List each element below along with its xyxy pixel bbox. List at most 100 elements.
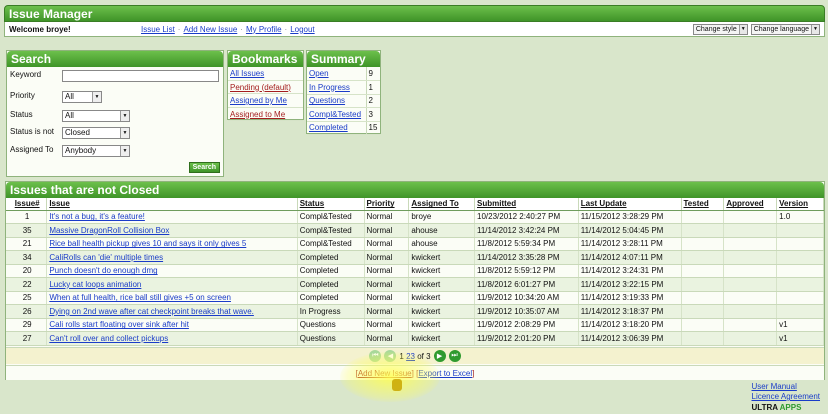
change-style-dropdown[interactable]: Change style ▼	[692, 23, 748, 35]
nav-separator: ·	[284, 24, 288, 34]
table-cell[interactable]: Punch doesn't do enough dmg	[46, 264, 298, 278]
next-page-icon[interactable]: ▶	[433, 350, 446, 362]
licence-agreement-link[interactable]: Licence Agreement	[752, 392, 821, 401]
summary-completed-link[interactable]: Completed	[309, 123, 348, 132]
bookmark-assigned-to-me[interactable]: Assigned to Me	[228, 108, 303, 121]
issue-link[interactable]: It's not a bug, it's a feature!	[49, 212, 145, 221]
search-button[interactable]: Search	[188, 162, 220, 173]
chevron-down-icon: ▼	[92, 92, 101, 102]
column-header[interactable]: Version	[776, 198, 824, 211]
table-cell: kwickert	[408, 304, 475, 319]
export-to-excel-link[interactable]: Export to Excel	[418, 369, 472, 378]
table-cell	[681, 318, 725, 332]
first-page-icon[interactable]: ⏮	[369, 350, 382, 362]
table-cell[interactable]: Cali rolls start floating over sink afte…	[46, 318, 298, 332]
issues-table: Issue# Issue Status Priority Assigned To…	[6, 198, 824, 346]
nav-logout[interactable]: Logout	[290, 25, 314, 34]
table-cell: 11/9/2012 10:34:20 AM	[474, 291, 579, 305]
summary-in-progress-link[interactable]: In Progress	[309, 83, 350, 92]
assigned-to-select[interactable]: Anybody ▼	[62, 145, 130, 157]
column-header[interactable]: Approved	[723, 198, 778, 211]
page-1[interactable]: 1	[399, 352, 403, 361]
issue-link[interactable]: Massive DragonRoll Collision Box	[49, 226, 169, 235]
add-new-issue-link[interactable]: Add New Issue	[358, 369, 412, 378]
page-3[interactable]: 3	[411, 352, 415, 361]
status-is-not-select[interactable]: Closed ▼	[62, 127, 130, 139]
change-language-dropdown[interactable]: Change language ▼	[750, 23, 820, 35]
table-cell	[681, 223, 725, 238]
bookmark-all-issues[interactable]: All Issues	[228, 67, 303, 81]
table-cell: 27	[6, 331, 48, 346]
table-cell[interactable]: When at full health, rice ball still giv…	[46, 291, 298, 305]
table-cell: 11/8/2012 6:01:27 PM	[474, 277, 579, 292]
summary-count: 9	[365, 67, 380, 81]
column-header[interactable]: Issue#	[6, 198, 48, 211]
bookmark-pending[interactable]: Pending (default)	[228, 81, 303, 94]
bookmark-assigned-by-me[interactable]: Assigned by Me	[228, 94, 303, 108]
column-header[interactable]: Submitted	[474, 198, 579, 211]
table-cell[interactable]: Massive DragonRoll Collision Box	[46, 223, 298, 238]
issue-link[interactable]: Dying on 2nd wave after cat checkpoint b…	[49, 307, 254, 316]
table-cell	[723, 264, 778, 278]
table-cell: Normal	[364, 331, 410, 346]
table-cell	[776, 223, 824, 238]
table-cell[interactable]: CaliRolls can 'die' multiple times	[46, 250, 298, 265]
table-cell[interactable]: Rice ball health pickup gives 10 and say…	[46, 237, 298, 251]
nav-add-new-issue[interactable]: Add New Issue	[183, 25, 237, 34]
column-header[interactable]: Tested	[681, 198, 725, 211]
table-cell: Normal	[364, 250, 410, 265]
status-select[interactable]: All ▼	[62, 110, 130, 122]
summary-questions-link[interactable]: Questions	[309, 96, 345, 105]
assigned-to-value: Anybody	[65, 146, 97, 155]
prev-page-icon[interactable]: ◀	[384, 350, 397, 362]
table-cell: 25	[6, 291, 48, 305]
summary-row: Open 9	[307, 67, 380, 81]
change-style-label: Change style	[695, 25, 737, 33]
user-manual-link[interactable]: User Manual	[752, 382, 797, 391]
keyword-input[interactable]	[62, 70, 219, 82]
table-row: 27 Can't roll over and collect pickups Que…	[6, 331, 824, 346]
column-header[interactable]: Issue	[46, 198, 298, 211]
change-language-label: Change language	[753, 25, 809, 33]
column-header[interactable]: Priority	[364, 198, 410, 211]
table-cell: Normal	[364, 277, 410, 292]
issues-panel: Issues that are not Closed Issue# Issue …	[5, 181, 825, 380]
table-cell	[723, 210, 778, 224]
nav-issue-list[interactable]: Issue List	[141, 25, 175, 34]
table-row: 1 It's not a bug, it's a feature! Compl&Te…	[6, 210, 824, 224]
issue-link[interactable]: Cali rolls start floating over sink afte…	[49, 320, 189, 329]
nav-my-profile[interactable]: My Profile	[246, 25, 282, 34]
issue-link[interactable]: Can't roll over and collect pickups	[49, 334, 168, 343]
table-cell: 1.0	[776, 210, 824, 224]
status-is-not-value: Closed	[65, 128, 90, 137]
issue-link[interactable]: Punch doesn't do enough dmg	[49, 266, 157, 275]
table-cell	[723, 291, 778, 305]
priority-select[interactable]: All ▼	[62, 91, 102, 103]
table-cell: kwickert	[408, 291, 475, 305]
table-cell: Completed	[297, 291, 365, 305]
table-cell[interactable]: Can't roll over and collect pickups	[46, 331, 298, 346]
issues-header-row: Issue# Issue Status Priority Assigned To…	[6, 198, 824, 211]
column-header[interactable]: Last Update	[578, 198, 682, 211]
column-header[interactable]: Status	[297, 198, 365, 211]
table-cell[interactable]: Dying on 2nd wave after cat checkpoint b…	[46, 304, 298, 319]
table-cell	[681, 210, 725, 224]
summary-compl-tested-link[interactable]: Compl&Tested	[309, 110, 361, 119]
chevron-down-icon: ▼	[811, 24, 819, 34]
table-cell: 11/14/2012 3:18:37 PM	[578, 304, 682, 319]
priority-value: All	[65, 92, 74, 101]
issue-link[interactable]: CaliRolls can 'die' multiple times	[49, 253, 163, 262]
issue-link[interactable]: Rice ball health pickup gives 10 and say…	[49, 239, 246, 248]
table-cell: 11/14/2012 3:28:11 PM	[578, 237, 682, 251]
table-cell: 11/14/2012 3:19:33 PM	[578, 291, 682, 305]
issue-link[interactable]: Lucky cat loops animation	[49, 280, 141, 289]
table-cell[interactable]: Lucky cat loops animation	[46, 277, 298, 292]
column-header[interactable]: Assigned To	[408, 198, 475, 211]
table-cell: 34	[6, 250, 48, 265]
summary-open-link[interactable]: Open	[309, 69, 329, 78]
priority-label: Priority	[10, 91, 35, 100]
status-value: All	[65, 111, 74, 120]
issue-link[interactable]: When at full health, rice ball still giv…	[49, 293, 231, 302]
last-page-icon[interactable]: ⏭	[448, 350, 461, 362]
table-cell[interactable]: It's not a bug, it's a feature!	[46, 210, 298, 224]
